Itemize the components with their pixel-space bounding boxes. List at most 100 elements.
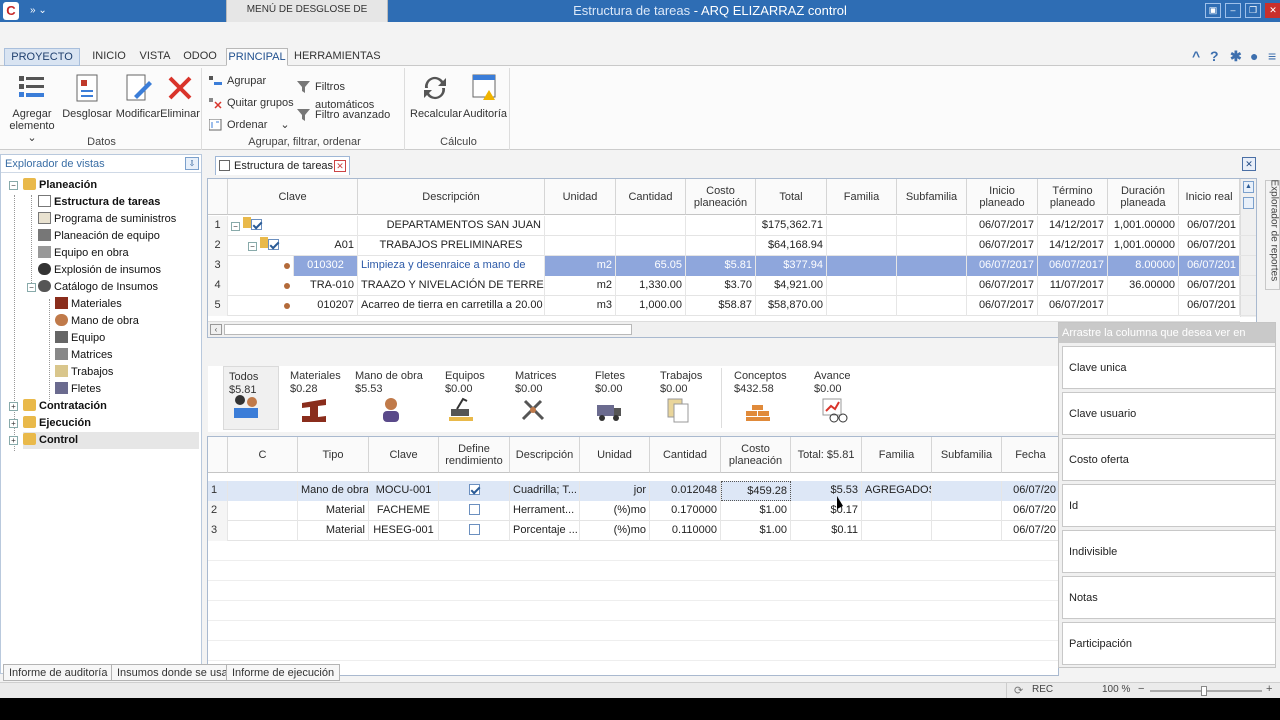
scroll-left-icon[interactable]: ‹ <box>210 324 222 335</box>
tree-item-estructura[interactable]: Estructura de tareas <box>38 194 160 211</box>
tab-herramientas[interactable]: HERRAMIENTAS <box>294 48 381 66</box>
col-header-inicio-real[interactable]: Inicio real <box>1179 179 1240 215</box>
col-header-familia[interactable]: Familia <box>862 437 932 473</box>
col-header-costo[interactable]: Costo planeación <box>721 437 791 473</box>
tab-odoo[interactable]: ODOO <box>180 48 220 66</box>
col-header-subfamilia[interactable]: Subfamilia <box>897 179 967 215</box>
table-row[interactable]: 1 Mano de obra MOCU-001 Cuadrilla; T... … <box>208 481 1058 501</box>
restore-layout-icon[interactable]: ▣ <box>1205 3 1221 18</box>
tree-item-explosion[interactable]: Explosión de insumos <box>38 262 161 279</box>
tree-item-materiales[interactable]: Materiales <box>55 296 122 313</box>
tab-insumos-donde-se-usa[interactable]: Insumos donde se usa <box>111 664 234 681</box>
category-todos[interactable]: Todos $5.81 <box>223 366 279 430</box>
tree-item-equipo[interactable]: Equipo <box>55 330 105 347</box>
col-header-c[interactable]: C <box>228 437 298 473</box>
col-header-unidad[interactable]: Unidad <box>580 437 650 473</box>
user-icon[interactable]: ● <box>1250 48 1258 64</box>
column-item-clave-unica[interactable]: Clave unica <box>1062 346 1276 389</box>
col-header-descripcion[interactable]: Descripción <box>510 437 580 473</box>
define-rendimiento-checkbox[interactable] <box>468 524 480 535</box>
help-icon[interactable]: ? <box>1210 48 1219 64</box>
tree-item-catalogo[interactable]: Catálogo de Insumos <box>38 279 158 296</box>
col-header-total[interactable]: Total <box>756 179 827 215</box>
category-conceptos[interactable]: Conceptos $432.58 <box>734 370 799 421</box>
tree-item-fletes[interactable]: Fletes <box>55 381 101 398</box>
tree-item-control[interactable]: Control <box>23 432 199 449</box>
column-item-notas[interactable]: Notas <box>1062 576 1276 619</box>
descripcion-cell[interactable]: Limpieza y desenraice a mano de <box>358 256 545 276</box>
col-header-costo[interactable]: Costo planeación <box>686 179 756 215</box>
category-equipos[interactable]: Equipos $0.00 <box>445 370 505 421</box>
tab-proyecto[interactable]: PROYECTO <box>4 48 80 66</box>
tree-item-plan-equipo[interactable]: Planeación de equipo <box>38 228 160 245</box>
column-item-indivisible[interactable]: Indivisible <box>1062 530 1276 573</box>
zoom-slider-thumb[interactable] <box>1201 686 1207 696</box>
tree-item-trabajos[interactable]: Trabajos <box>55 364 113 381</box>
table-row[interactable]: 2 Material FACHEME Herrament... (%)mo 0.… <box>208 501 1058 521</box>
tree-item-mano-obra[interactable]: Mano de obra <box>55 313 139 330</box>
col-header-cantidad[interactable]: Cantidad <box>650 437 721 473</box>
col-header-tipo[interactable]: Tipo <box>298 437 369 473</box>
eliminar-button[interactable]: Eliminar <box>160 72 200 120</box>
col-header-unidad[interactable]: Unidad <box>545 179 616 215</box>
define-rendimiento-checkbox[interactable] <box>468 504 480 515</box>
collapse-icon[interactable]: − <box>248 242 257 251</box>
scroll-up-icon[interactable]: ▲ <box>1243 181 1254 193</box>
pin-icon[interactable]: ⇩ <box>185 157 199 170</box>
close-all-icon[interactable]: ✕ <box>1242 157 1256 171</box>
expand-ejecucion-icon[interactable]: + <box>9 419 18 428</box>
zoom-in-icon[interactable]: + <box>1266 683 1272 695</box>
column-item-clave-usuario[interactable]: Clave usuario <box>1062 392 1276 435</box>
zoom-out-icon[interactable]: − <box>1138 683 1144 695</box>
tab-informe-auditoria[interactable]: Informe de auditoría <box>3 664 114 681</box>
tab-inicio[interactable]: INICIO <box>88 48 130 66</box>
maximize-button[interactable]: ❐ <box>1245 3 1261 18</box>
auditoria-button[interactable]: Auditoría <box>462 72 508 120</box>
col-header-subfamilia[interactable]: Subfamilia <box>932 437 1002 473</box>
expand-planeacion-icon[interactable]: − <box>9 181 18 190</box>
column-item-costo-oferta[interactable]: Costo oferta <box>1062 438 1276 481</box>
modificar-button[interactable]: Modificar <box>114 72 162 120</box>
ordenar-button[interactable]: Ordenar ⌄ <box>209 116 290 134</box>
scroll-thumb[interactable] <box>1243 197 1254 209</box>
settings-icon[interactable]: ✱ <box>1230 48 1242 65</box>
collapse-icon[interactable]: − <box>231 222 240 231</box>
col-header-clave[interactable]: Clave <box>369 437 439 473</box>
app-logo[interactable]: C <box>3 2 19 20</box>
tree-item-matrices[interactable]: Matrices <box>55 347 113 364</box>
recalcular-button[interactable]: Recalcular <box>410 72 462 120</box>
table-row[interactable]: 5 010207 Acarreo de tierra en carretilla… <box>208 296 1256 316</box>
category-matrices[interactable]: Matrices $0.00 <box>515 370 575 421</box>
expand-control-icon[interactable]: + <box>9 436 18 445</box>
column-item-participacion[interactable]: Participación <box>1062 622 1276 665</box>
col-header-duracion[interactable]: Duración planeada <box>1108 179 1179 215</box>
filtro-avanzado-button[interactable]: Filtro avanzado <box>297 106 390 124</box>
define-rendimiento-checkbox[interactable] <box>468 484 480 495</box>
col-header-descripcion[interactable]: Descripción <box>358 179 545 215</box>
filtros-automaticos-button[interactable]: Filtros automáticos <box>297 78 404 111</box>
table-row[interactable]: 1 − DEPARTAMENTOS SAN JUAN $175,362.71 0… <box>208 216 1256 236</box>
col-header-total[interactable]: Total: $5.81 <box>791 437 862 473</box>
group-checkbox[interactable] <box>251 219 263 230</box>
column-item-id[interactable]: Id <box>1062 484 1276 527</box>
quitar-grupos-button[interactable]: Quitar grupos <box>209 94 294 112</box>
doc-tab-estructura[interactable]: Estructura de tareas ✕ <box>215 156 350 175</box>
col-header-cantidad[interactable]: Cantidad <box>616 179 686 215</box>
tab-principal[interactable]: PRINCIPAL <box>226 48 288 66</box>
tree-item-planeacion[interactable]: Planeación <box>23 177 97 194</box>
col-header-inicio[interactable]: Inicio planeado <box>967 179 1038 215</box>
report-explorer-side-tab[interactable]: Explorador de reportes <box>1265 180 1280 290</box>
tree-item-contratacion[interactable]: Contratación <box>23 398 107 415</box>
costo-cell[interactable]: $459.28 <box>721 481 791 501</box>
close-doc-tab-icon[interactable]: ✕ <box>334 160 346 172</box>
table-row-selected[interactable]: 3 010302 Limpieza y desenraice a mano de… <box>208 256 1256 276</box>
col-header-familia[interactable]: Familia <box>827 179 897 215</box>
category-mano-obra[interactable]: Mano de obra $5.53 <box>355 370 430 422</box>
col-header-termino[interactable]: Término planeado <box>1038 179 1108 215</box>
category-fletes[interactable]: Fletes $0.00 <box>595 370 645 421</box>
agregar-elemento-button[interactable]: Agregar elemento ⌄ <box>6 72 58 144</box>
table-row[interactable]: 4 TRA-010 TRAAZO Y NIVELACIÓN DE TERRENO… <box>208 276 1256 296</box>
table-row[interactable]: 2 − A01 TRABAJOS PRELIMINARES $64,168.94… <box>208 236 1256 256</box>
tree-item-equipo-obra[interactable]: Equipo en obra <box>38 245 129 262</box>
desglosar-button[interactable]: Desglosar <box>62 72 112 120</box>
